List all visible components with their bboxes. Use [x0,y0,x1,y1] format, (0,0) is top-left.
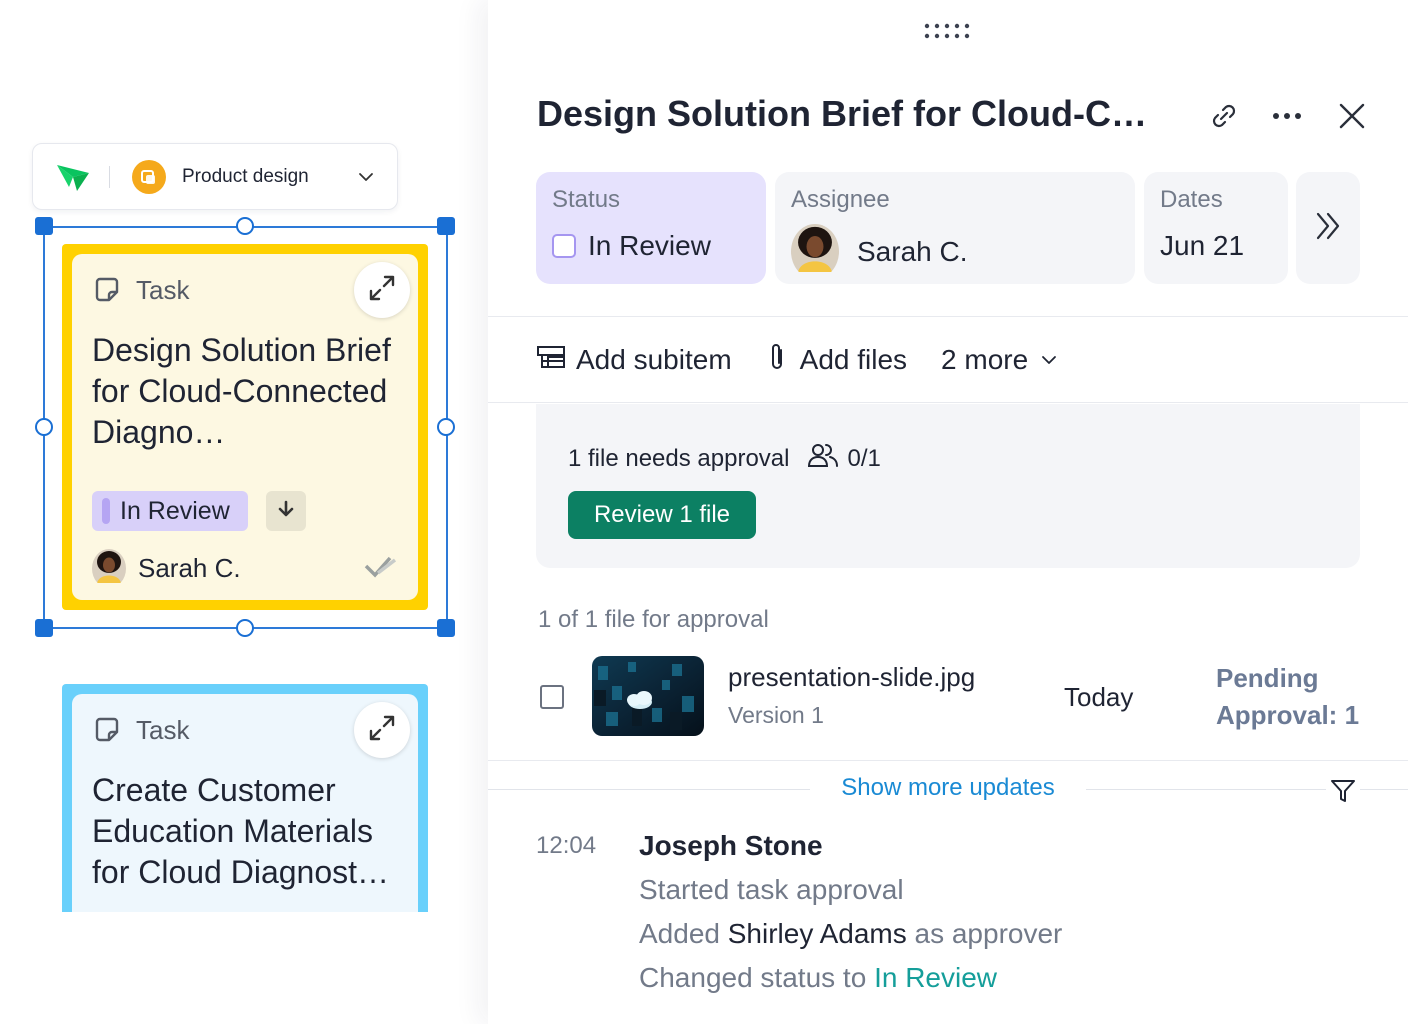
status-checkbox[interactable] [552,234,576,258]
expand-card-button[interactable] [354,702,410,758]
dates-field[interactable]: Dates Jun 21 [1144,172,1288,284]
activity-text: as approver [914,918,1063,949]
divider [488,316,1408,317]
dates-field-label: Dates [1160,186,1223,213]
avatar [92,549,126,588]
add-files-label: Add files [799,344,908,375]
task-card[interactable]: Task Create Customer Education Materials… [62,684,428,912]
approver-name[interactable]: Shirley Adams [728,918,907,949]
activity-text: Changed status to [639,962,867,993]
approval-count-text: 1 of 1 file for approval [538,606,769,633]
expand-icon [367,273,397,308]
avatar [791,224,839,279]
close-icon[interactable] [1332,96,1372,136]
divider [488,760,1408,761]
card-status-label: In Review [120,496,230,525]
more-actions-dropdown[interactable]: 2 more [941,344,1068,376]
resize-handle-bottom-left[interactable] [35,619,53,637]
expand-icon [367,713,397,748]
project-name: Product design [182,165,309,187]
expand-card-button[interactable] [354,262,410,318]
divider [488,402,1408,403]
card-status-pill[interactable]: In Review [92,491,248,531]
dates-field-value: Jun 21 [1160,230,1245,261]
project-selector[interactable]: Product design [32,143,398,210]
approval-needs-text: 1 file needs approval [568,444,790,472]
review-file-button[interactable]: Review 1 file [568,491,756,539]
add-subitem-button[interactable]: Add subitem [536,343,732,378]
add-files-button[interactable]: Add files [766,342,907,379]
resize-handle-top[interactable] [236,217,254,235]
resize-handle-top-left[interactable] [35,217,53,235]
activity-author[interactable]: Joseph Stone [639,830,1062,874]
chevron-double-right-icon [1314,210,1342,247]
activity-line: Started task approval [639,874,904,905]
chevron-down-icon [1040,344,1068,376]
assignee-field-label: Assignee [791,186,890,213]
status-field-label: Status [552,186,621,213]
activity-line: Added Shirley Adams as approver [639,918,1062,962]
paperclip-icon [766,342,800,379]
card-title: Design Solution Brief for Cloud-Connecte… [92,332,391,450]
task-detail-panel: Design Solution Brief for Cloud-C… Statu… [488,0,1408,1024]
status-field-value: In Review [588,230,711,261]
file-date: Today [1064,682,1134,712]
double-check-icon[interactable] [364,554,398,583]
activity-status: In Review [874,962,997,993]
assignee-field[interactable]: Assignee Sarah C. [775,172,1135,284]
resize-handle-right[interactable] [437,418,455,436]
activity-text: Added [639,918,720,949]
subitem-icon [536,343,576,378]
more-actions-label: 2 more [941,344,1029,375]
priority-button[interactable] [265,491,306,531]
assignee-field-value: Sarah C. [857,235,968,267]
task-icon [92,715,122,745]
file-thumbnail[interactable] [592,656,704,736]
activity-line: Changed status to In Review [639,962,1062,1006]
card-type-label: Task [136,714,190,745]
activity-time: 12:04 [536,832,597,859]
card-type-label: Task [136,274,190,305]
drag-grip-icon[interactable] [924,22,972,40]
show-more-updates-link[interactable]: Show more updates [488,774,1408,802]
more-horizontal-icon[interactable] [1267,96,1307,136]
wrike-logo-icon [55,157,95,197]
filter-icon[interactable] [1326,776,1360,806]
project-folder-icon [132,159,166,194]
panel-title[interactable]: Design Solution Brief for Cloud-C… [537,93,1187,135]
file-name[interactable]: presentation-slide.jpg [728,662,975,693]
file-checkbox[interactable] [540,685,564,709]
approval-banner: 1 file needs approval 0/1 Review 1 file [536,404,1360,568]
show-more-fields-button[interactable] [1296,172,1360,284]
task-card-selected[interactable]: Task Design Solution Brief for Cloud-Con… [62,244,428,610]
add-subitem-label: Add subitem [576,344,732,375]
file-version: Version 1 [728,702,824,728]
resize-handle-bottom[interactable] [236,619,254,637]
status-field[interactable]: Status In Review [536,172,766,284]
chevron-down-icon[interactable] [357,168,375,186]
resize-handle-bottom-right[interactable] [437,619,455,637]
card-title: Create Customer Education Materials for … [92,772,390,890]
arrow-down-icon [276,499,296,524]
status-color-bar [102,498,110,524]
file-approval-status: Pending Approval: 1 [1216,663,1360,730]
resize-handle-left[interactable] [35,418,53,436]
card-assignee-name: Sarah C. [138,553,241,583]
resize-handle-top-right[interactable] [437,217,455,235]
divider [109,165,110,188]
file-row[interactable]: presentation-slide.jpg Version 1 Today P… [540,656,1370,736]
task-icon [92,275,122,305]
users-icon [807,442,847,475]
link-icon[interactable] [1204,96,1244,136]
approvers-count: 0/1 [847,444,881,472]
